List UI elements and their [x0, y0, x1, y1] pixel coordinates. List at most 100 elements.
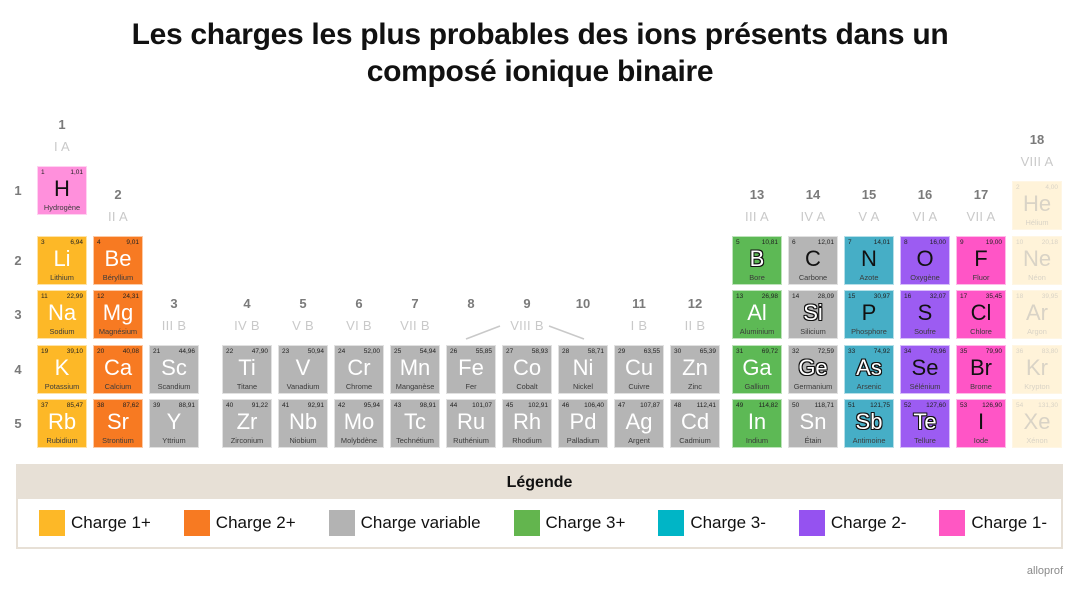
atomic-mass: 121,75 — [870, 402, 890, 409]
element-cell-Be: 4 9,01 Be Béryllium — [93, 236, 143, 285]
legend-item: Charge 3- — [658, 510, 766, 536]
legend-label: Charge 1- — [971, 513, 1047, 532]
atomic-mass: 131,30 — [1038, 402, 1058, 409]
element-name: Gallium — [744, 382, 770, 391]
element-name: Néon — [1028, 273, 1046, 282]
element-symbol: S — [917, 300, 933, 325]
atomic-number: 8 — [904, 239, 908, 246]
element-name: Cadmium — [679, 436, 711, 445]
atomic-number: 27 — [506, 348, 514, 355]
legend-swatch — [939, 510, 966, 536]
atomic-mass: 9,01 — [126, 239, 139, 246]
element-cell-Si: 14 28,09 Si Silicium — [788, 290, 838, 339]
element-name: Brome — [970, 382, 992, 391]
page-title-line-1: Les charges les plus probables des ions … — [131, 18, 949, 51]
element-name: Sélénium — [909, 382, 941, 391]
legend-swatch — [513, 510, 540, 536]
atomic-mass: 19,00 — [985, 239, 1002, 246]
group-number-6: 6 — [355, 296, 363, 311]
element-cell-Pd: 46 106,40 Pd Palladium — [558, 399, 608, 448]
element-cell-Ne: 10 20,18 Ne Néon — [1012, 236, 1062, 285]
element-name: Béryllium — [102, 273, 134, 282]
legend-swatch — [183, 510, 210, 536]
atomic-mass: 85,47 — [66, 402, 83, 409]
atomic-mass: 50,94 — [307, 348, 324, 355]
legend-label: Charge 2- — [830, 513, 907, 532]
atomic-number: 3 — [41, 239, 45, 246]
atomic-number: 48 — [674, 402, 682, 409]
element-cell-Mn: 25 54,94 Mn Manganèse — [390, 345, 440, 394]
element-symbol: Ca — [103, 355, 133, 380]
element-cell-Ga: 31 69,72 Ga Gallium — [732, 345, 782, 394]
atomic-number: 28 — [562, 348, 570, 355]
atomic-number: 34 — [904, 348, 912, 355]
element-cell-As: 33 74,92 As Arsenic — [844, 345, 894, 394]
element-cell-Cl: 17 35,45 Cl Chlore — [956, 290, 1006, 339]
atomic-mass: 1,01 — [70, 169, 83, 176]
atomic-number: 54 — [1016, 402, 1024, 409]
element-cell-Te: 52 127,60 Te Tellure — [900, 399, 950, 448]
atomic-number: 18 — [1016, 293, 1024, 300]
legend-swatch — [39, 510, 65, 536]
atomic-mass: 47,90 — [251, 348, 268, 355]
element-symbol: O — [916, 246, 934, 271]
legend: Légende Charge 1+ Charge 2+ Charge variabl… — [16, 464, 1063, 549]
atomic-number: 40 — [226, 402, 234, 409]
element-cell-Ag: 47 107,87 Ag Argent — [614, 399, 664, 448]
atomic-mass: 92,91 — [307, 402, 324, 409]
group-number-1: 1 — [58, 117, 66, 132]
element-symbol: Te — [913, 409, 937, 434]
element-cell-P: 15 30,97 P Phosphore — [844, 290, 894, 339]
element-symbol: Kr — [1026, 355, 1048, 380]
element-name: Palladium — [566, 436, 600, 445]
alloprof-logo: alloprof — [1026, 565, 1063, 577]
period-label-4: 4 — [14, 362, 22, 377]
atomic-mass: 22,99 — [66, 293, 83, 300]
element-name: Phosphore — [851, 327, 887, 336]
legend-item: Charge 3+ — [513, 510, 625, 536]
legend-items: Charge 1+ Charge 2+ Charge variable Charge … — [18, 499, 1061, 547]
element-symbol: Ga — [742, 355, 772, 380]
element-name: Soufre — [914, 327, 936, 336]
element-symbol: Ti — [238, 355, 256, 380]
element-name: Germanium — [793, 382, 833, 391]
group-number-16: 16 — [917, 187, 933, 202]
group-number-3: 3 — [170, 296, 178, 311]
element-symbol: Cd — [680, 409, 710, 434]
atomic-number: 26 — [450, 348, 458, 355]
atomic-mass: 74,92 — [873, 348, 890, 355]
atomic-mass: 35,45 — [985, 293, 1002, 300]
element-name: Chlore — [970, 327, 992, 336]
element-cell-K: 19 39,10 K Potassium — [37, 345, 87, 394]
element-name: Zinc — [688, 382, 702, 391]
element-symbol: Na — [47, 300, 77, 325]
atomic-number: 36 — [1016, 348, 1024, 355]
element-cell-Ru: 44 101,07 Ru Ruthénium — [446, 399, 496, 448]
atomic-mass: 39,10 — [66, 348, 83, 355]
element-symbol: Cl — [970, 300, 992, 325]
element-symbol: Sb — [855, 409, 883, 434]
element-symbol: I — [977, 409, 985, 434]
atomic-mass: 58,71 — [587, 348, 604, 355]
group-roman-3: III B — [161, 318, 187, 333]
element-cell-S: 16 32,07 S Soufre — [900, 290, 950, 339]
element-symbol: Al — [747, 300, 767, 325]
element-cell-O: 8 16,00 O Oxygène — [900, 236, 950, 285]
element-name: Rhodium — [512, 436, 542, 445]
element-symbol: Nb — [288, 409, 318, 434]
legend-label: Charge 1+ — [71, 513, 151, 532]
group-roman-7: VII B — [400, 318, 430, 333]
atomic-number: 39 — [153, 402, 161, 409]
atomic-number: 2 — [1016, 184, 1020, 191]
atomic-mass: 24,31 — [122, 293, 139, 300]
element-name: Argon — [1027, 327, 1047, 336]
atomic-mass: 39,95 — [1041, 293, 1058, 300]
element-symbol: P — [861, 300, 877, 325]
legend-item: Charge 2- — [798, 510, 907, 536]
atomic-number: 5 — [736, 239, 740, 246]
atomic-number: 4 — [97, 239, 101, 246]
atomic-mass: 107,87 — [640, 402, 660, 409]
atomic-mass: 102,91 — [528, 402, 548, 409]
atomic-mass: 79,90 — [985, 348, 1002, 355]
element-cell-Mo: 42 95,94 Mo Molybdène — [334, 399, 384, 448]
